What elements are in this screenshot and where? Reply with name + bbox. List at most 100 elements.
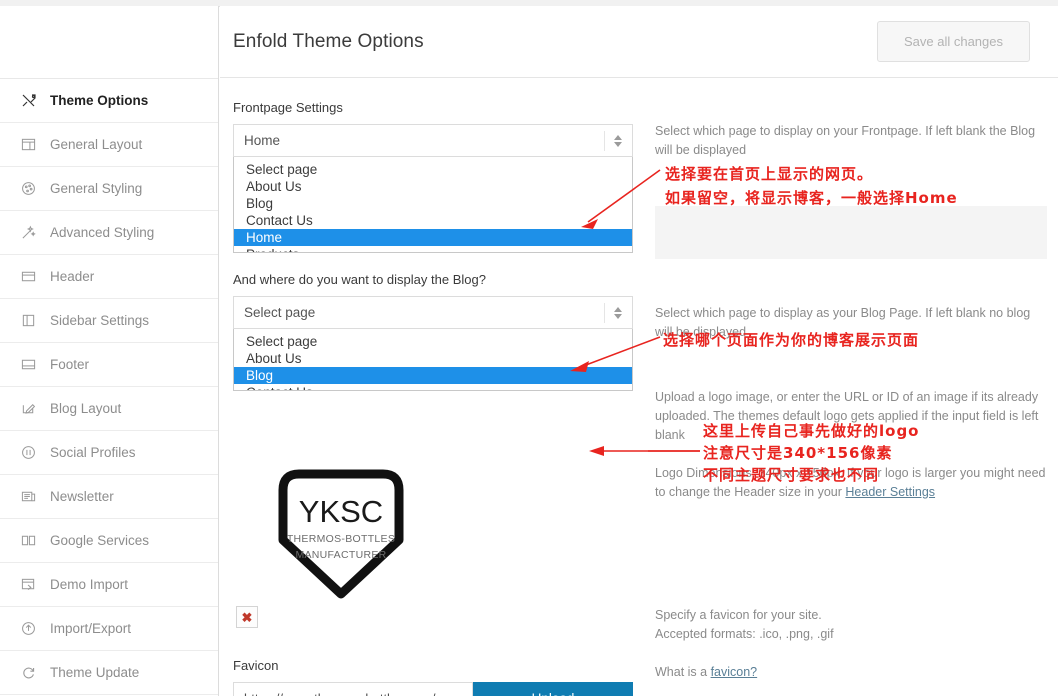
favicon-help-line: What is a favicon? (655, 663, 1047, 682)
list-item[interactable]: Products (234, 246, 632, 252)
logo-dimension-line: Logo Dimensions: 340px x 156px. If your … (655, 466, 1046, 480)
blogpage-settings-label: And where do you want to display the Blo… (233, 272, 486, 287)
spinner-arrows-icon[interactable] (604, 302, 622, 323)
list-item[interactable]: About Us (234, 178, 632, 195)
palette-icon (20, 180, 37, 197)
page-header: Enfold Theme Options Save all changes (220, 6, 1058, 78)
logo-tagline-1: THERMOS-BOTTLES (287, 533, 395, 545)
blogpage-option-list[interactable]: Select page About Us Blog Contact Us (233, 329, 633, 391)
blogpage-settings-group: And where do you want to display the Blo… (233, 272, 633, 391)
list-item[interactable]: About Us (234, 350, 632, 367)
favicon-row: Upload (233, 682, 633, 696)
sidebar-item-google-services[interactable]: Google Services (0, 519, 218, 563)
blogpage-select[interactable]: Select page (233, 296, 633, 329)
sidebar-item-label: Header (50, 269, 95, 284)
spinner-arrows-icon[interactable] (604, 130, 622, 151)
sidebar-item-label: Import/Export (50, 621, 132, 636)
sidebar-item-blog-layout[interactable]: Blog Layout (0, 387, 218, 431)
remove-logo-button[interactable]: ✖ (236, 606, 258, 628)
list-item[interactable]: Select page (234, 333, 632, 350)
header-settings-link[interactable]: Header Settings (845, 485, 935, 499)
sidebar-item-newsletter[interactable]: Newsletter (0, 475, 218, 519)
logo-description: Upload a logo image, or enter the URL or… (655, 388, 1047, 502)
main-panel: Enfold Theme Options Save all changes Fr… (220, 6, 1058, 696)
chevron-down-icon (614, 141, 622, 147)
favicon-group: Favicon Upload (233, 658, 633, 696)
logo-preview-group: YKSC THERMOS-BOTTLES MANUFACTURER ✖ (233, 460, 633, 628)
list-item-selected[interactable]: Home (234, 229, 632, 246)
list-item[interactable]: Select page (234, 161, 632, 178)
sidebar-item-header[interactable]: Header (0, 255, 218, 299)
frontpage-settings-label: Frontpage Settings (233, 100, 343, 115)
frontpage-description: Select which page to display on your Fro… (655, 122, 1047, 160)
logo-hexagon-shape: YKSC THERMOS-BOTTLES MANUFACTURER (278, 469, 404, 599)
description-line: will be displayed (655, 325, 747, 339)
description-line: uploaded. The themes default logo gets a… (655, 409, 1039, 423)
tools-icon (20, 92, 37, 109)
sidebar-box-icon (20, 312, 37, 329)
logo-brand-text: YKSC (299, 494, 383, 529)
description-line: will be displayed (655, 143, 747, 157)
save-all-changes-button[interactable]: Save all changes (876, 21, 1030, 62)
newspaper-icon (20, 488, 37, 505)
layout-icon (20, 136, 37, 153)
sidebar-item-label: Sidebar Settings (50, 313, 150, 328)
favicon-description: Specify a favicon for your site. Accepte… (655, 606, 1047, 682)
favicon-help-prefix: What is a (655, 665, 711, 679)
exchange-icon (20, 620, 37, 637)
frontpage-option-list[interactable]: Select page About Us Blog Contact Us Hom… (233, 157, 633, 253)
frontpage-select-value: Home (244, 133, 281, 148)
sidebar-item-label: Google Services (50, 533, 150, 548)
sidebar-item-theme-options[interactable]: Theme Options (0, 79, 218, 123)
circle-info-icon (20, 444, 37, 461)
sidebar-item-label: Theme Options (50, 93, 149, 108)
list-item-selected[interactable]: Blog (234, 367, 632, 384)
logo-dimension-line-2: to change the Header size in your Header… (655, 483, 1047, 502)
logo-image: YKSC THERMOS-BOTTLES MANUFACTURER (261, 460, 421, 600)
sidebar-item-footer[interactable]: Footer (0, 343, 218, 387)
header-box-icon (20, 268, 37, 285)
chevron-up-icon (614, 306, 622, 312)
footer-box-icon (20, 356, 37, 373)
sidebar-item-label: Demo Import (50, 577, 129, 592)
sidebar: Theme Options General Layout General Sty… (0, 6, 219, 696)
favicon-url-input[interactable] (233, 682, 473, 696)
blogpage-select-value: Select page (244, 305, 316, 320)
list-item[interactable]: Contact Us (234, 384, 632, 390)
list-item[interactable]: Blog (234, 195, 632, 212)
sidebar-item-label: Advanced Styling (50, 225, 155, 240)
description-line: Accepted formats: .ico, .png, .gif (655, 627, 834, 641)
sidebar-item-label: Blog Layout (50, 401, 122, 416)
sidebar-item-advanced-styling[interactable]: Advanced Styling (0, 211, 218, 255)
refresh-icon (20, 664, 37, 681)
description-line: Upload a logo image, or enter the URL or… (655, 390, 1039, 404)
sidebar-item-label: General Layout (50, 137, 143, 152)
frontpage-grey-panel (655, 206, 1047, 259)
sidebar-item-import-export[interactable]: Import/Export (0, 607, 218, 651)
sidebar-item-label: Social Profiles (50, 445, 136, 460)
sidebar-item-general-styling[interactable]: General Styling (0, 167, 218, 211)
favicon-label: Favicon (233, 658, 279, 673)
import-window-icon (20, 576, 37, 593)
favicon-help-link[interactable]: favicon? (711, 665, 758, 679)
sidebar-logo-area (0, 6, 218, 79)
sidebar-item-label: Newsletter (50, 489, 114, 504)
book-open-icon (20, 532, 37, 549)
list-item[interactable]: Contact Us (234, 212, 632, 229)
sidebar-item-label: Footer (50, 357, 90, 372)
sidebar-item-label: General Styling (50, 181, 143, 196)
sidebar-item-social-profiles[interactable]: Social Profiles (0, 431, 218, 475)
upload-favicon-button[interactable]: Upload (473, 682, 633, 696)
sidebar-item-general-layout[interactable]: General Layout (0, 123, 218, 167)
logo-dimension-prefix: to change the Header size in your (655, 485, 846, 499)
magic-wand-icon (20, 224, 37, 241)
sidebar-item-sidebar-settings[interactable]: Sidebar Settings (0, 299, 218, 343)
sidebar-item-theme-update[interactable]: Theme Update (0, 651, 218, 695)
sidebar-item-demo-import[interactable]: Demo Import (0, 563, 218, 607)
content-area: Frontpage Settings Home Select page Abou… (220, 78, 1058, 696)
frontpage-select[interactable]: Home (233, 124, 633, 157)
description-line: Select which page to display on your Fro… (655, 124, 1036, 138)
page-title: Enfold Theme Options (233, 30, 424, 52)
description-line: Select which page to display as your Blo… (655, 306, 1031, 320)
description-line: Specify a favicon for your site. (655, 608, 822, 622)
